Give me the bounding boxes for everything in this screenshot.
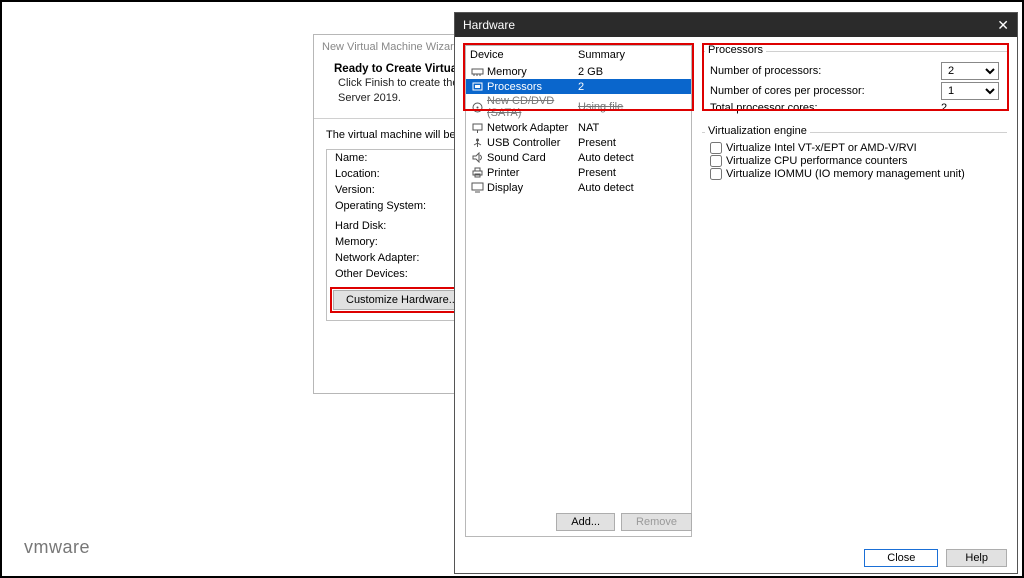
hardware-titlebar: Hardware ✕ (455, 13, 1017, 37)
num-processors-select[interactable]: 2 (941, 62, 999, 80)
device-name: Display (487, 182, 578, 194)
vmware-logo: vmware (24, 537, 90, 558)
device-name: Processors (487, 81, 578, 93)
device-summary: Auto detect (578, 152, 687, 164)
device-summary: Present (578, 137, 687, 149)
device-row-sound-card[interactable]: Sound CardAuto detect (466, 150, 691, 165)
summary-column-header: Summary (578, 49, 687, 61)
device-name: Sound Card (487, 152, 578, 164)
device-summary: Auto detect (578, 182, 687, 194)
wizard-row-key: Network Adapter: (327, 250, 447, 266)
processors-legend: Processors (705, 44, 766, 56)
device-row-display[interactable]: DisplayAuto detect (466, 180, 691, 195)
vengine-legend: Virtualization engine (705, 125, 810, 137)
wizard-row-key: Name: (327, 150, 447, 166)
memory-icon (470, 65, 485, 78)
device-panel: Device Summary Memory2 GBProcessors2New … (465, 45, 692, 537)
total-cores-value: 2 (941, 102, 999, 114)
customize-hardware-button[interactable]: Customize Hardware... (333, 290, 471, 310)
device-name: Printer (487, 167, 578, 179)
cores-per-proc-row: Number of cores per processor: 1 (710, 82, 999, 100)
perf-counters-checkbox[interactable] (710, 155, 722, 167)
wizard-row-key: Version: (327, 182, 447, 198)
device-summary: Present (578, 167, 687, 179)
device-row-processors[interactable]: Processors2 (466, 79, 691, 94)
device-summary: NAT (578, 122, 687, 134)
sound-icon (470, 151, 485, 164)
display-icon (470, 181, 485, 194)
device-row-new-cd-dvd-sata-[interactable]: New CD/DVD (SATA)Using file (466, 94, 691, 120)
wizard-row-key: Location: (327, 166, 447, 182)
device-row-printer[interactable]: PrinterPresent (466, 165, 691, 180)
details-panel: Processors Number of processors: 2 Numbe… (692, 45, 1007, 537)
device-row-memory[interactable]: Memory2 GB (466, 64, 691, 79)
device-name: Network Adapter (487, 122, 578, 134)
cpu-icon (470, 80, 485, 93)
device-name: USB Controller (487, 137, 578, 149)
wizard-row-key: Other Devices: (327, 266, 447, 282)
device-summary: Using file (578, 101, 687, 113)
iommu-label: Virtualize IOMMU (IO memory management u… (726, 168, 965, 180)
virtualization-engine-group: Virtualization engine Virtualize Intel V… (702, 132, 1007, 189)
cores-per-proc-select[interactable]: 1 (941, 82, 999, 100)
device-row-network-adapter[interactable]: Network AdapterNAT (466, 120, 691, 135)
wizard-row-key: Operating System: (327, 198, 447, 214)
vtx-label: Virtualize Intel VT-x/EPT or AMD-V/RVI (726, 142, 917, 154)
device-summary: 2 (578, 81, 687, 93)
close-button[interactable]: Close (864, 549, 938, 567)
device-list: Memory2 GBProcessors2New CD/DVD (SATA)Us… (466, 64, 691, 195)
num-processors-row: Number of processors: 2 (710, 62, 999, 80)
add-device-button[interactable]: Add... (556, 513, 615, 531)
printer-icon (470, 166, 485, 179)
close-icon[interactable]: ✕ (997, 18, 1009, 32)
net-icon (470, 121, 485, 134)
perf-counters-label: Virtualize CPU performance counters (726, 155, 907, 167)
wizard-row-key: Memory: (327, 234, 447, 250)
total-cores-row: Total processor cores: 2 (710, 102, 999, 114)
device-summary: 2 GB (578, 66, 687, 78)
device-row-usb-controller[interactable]: USB ControllerPresent (466, 135, 691, 150)
vtx-checkbox[interactable] (710, 142, 722, 154)
iommu-checkbox[interactable] (710, 168, 722, 180)
cd-icon (470, 101, 485, 114)
hardware-title-text: Hardware (463, 18, 515, 32)
total-cores-label: Total processor cores: (710, 102, 941, 114)
device-name: Memory (487, 66, 578, 78)
usb-icon (470, 136, 485, 149)
device-header-row: Device Summary (466, 46, 691, 64)
num-processors-label: Number of processors: (710, 65, 941, 77)
remove-device-button[interactable]: Remove (621, 513, 692, 531)
hardware-window: Hardware ✕ Device Summary Memory2 GBProc… (454, 12, 1018, 574)
help-button[interactable]: Help (946, 549, 1007, 567)
device-name: New CD/DVD (SATA) (487, 95, 578, 119)
cores-per-proc-label: Number of cores per processor: (710, 85, 941, 97)
wizard-row-key: Hard Disk: (327, 218, 447, 234)
device-column-header: Device (470, 49, 578, 61)
processors-group: Processors Number of processors: 2 Numbe… (702, 51, 1007, 124)
